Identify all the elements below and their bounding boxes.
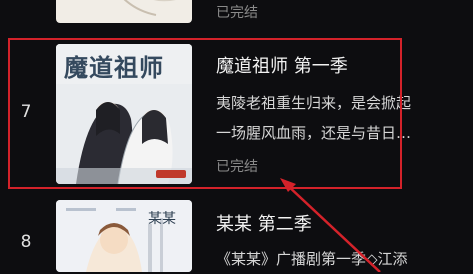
annotation-arrow: [280, 178, 381, 272]
